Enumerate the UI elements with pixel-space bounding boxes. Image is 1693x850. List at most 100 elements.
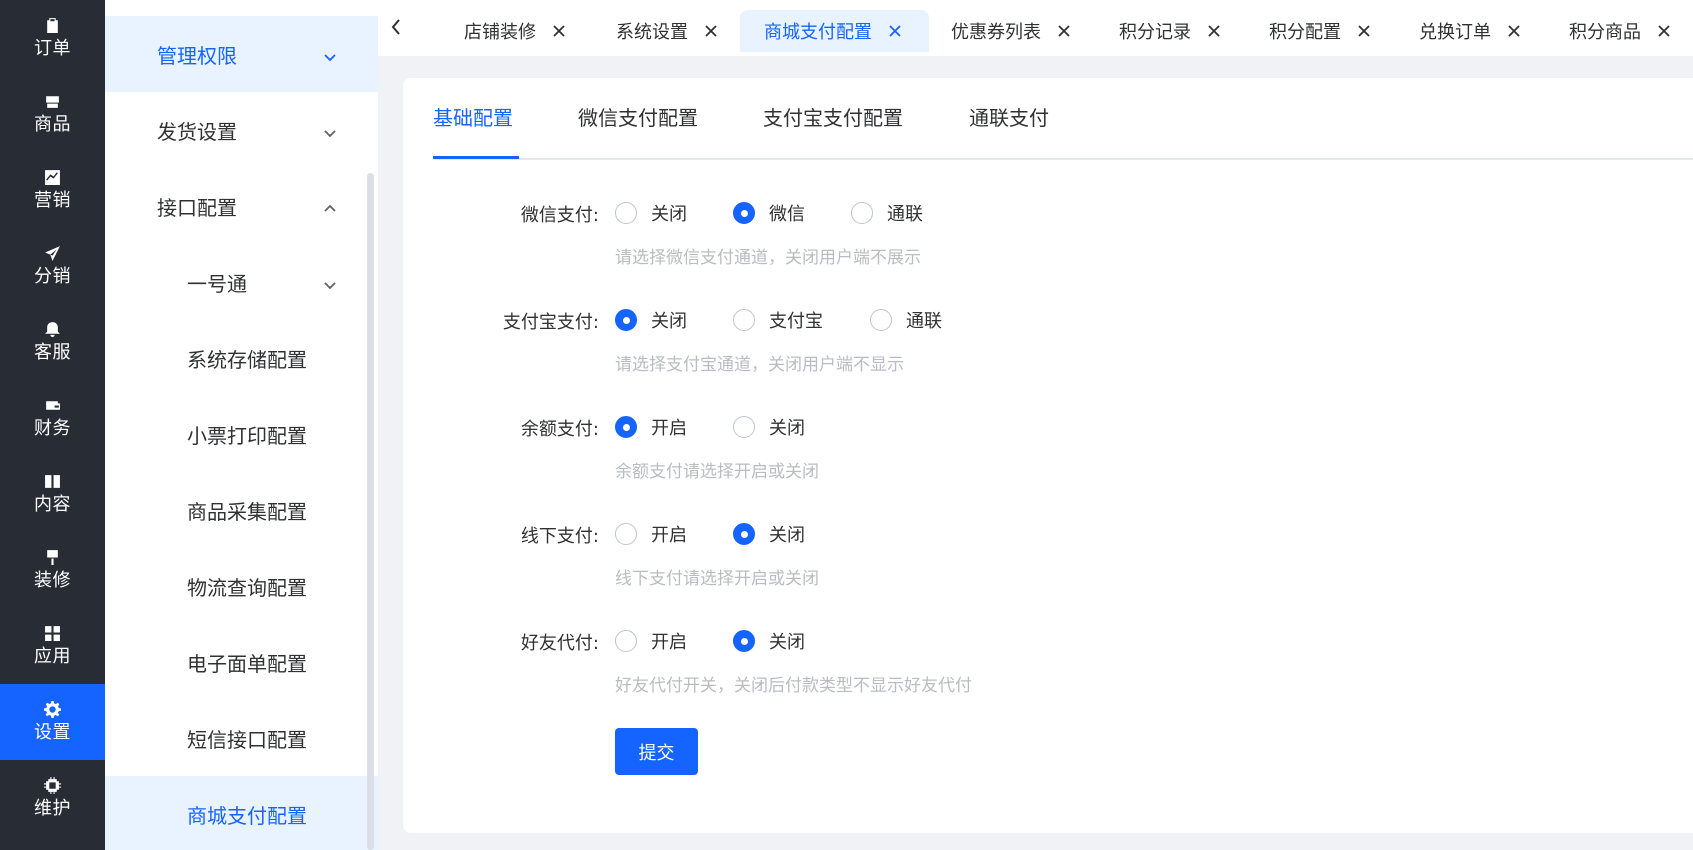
rail-item-content[interactable]: 内容 (0, 456, 105, 532)
submenu-item-api-config[interactable]: 接口配置 (105, 168, 378, 244)
rail-item-finance[interactable]: 财务 (0, 380, 105, 456)
radio-wechat-off[interactable]: 关闭 (615, 198, 687, 228)
submenu-item-logistics[interactable]: 物流查询配置 (105, 548, 378, 624)
close-icon[interactable] (1357, 24, 1371, 38)
submenu-item-permissions[interactable]: 管理权限 (105, 16, 378, 92)
radio-offline-off[interactable]: 关闭 (733, 519, 805, 549)
form-label: 线下支付: (520, 526, 599, 547)
submenu-item-mall-payment[interactable]: 商城支付配置 (105, 776, 378, 850)
submenu-item-label: 管理权限 (157, 43, 237, 68)
close-icon[interactable] (888, 24, 902, 38)
tab-system-settings[interactable]: 系统设置 (616, 10, 718, 52)
rail-item-products[interactable]: 商品 (0, 76, 105, 152)
payment-config-card: 基础配置 微信支付配置 支付宝支付配置 通联支付 微信支付: 关闭 微信 通联 … (403, 78, 1693, 833)
submit-button[interactable]: 提交 (615, 728, 698, 775)
tab-points-config[interactable]: 积分配置 (1269, 10, 1371, 52)
rail-item-label: 客服 (34, 342, 71, 363)
chevron-up-icon (322, 198, 338, 214)
submenu-item-storage[interactable]: 系统存储配置 (105, 320, 378, 396)
tab-label: 店铺装修 (464, 22, 536, 43)
radio-circle[interactable] (733, 630, 755, 652)
submenu-item-product-collect[interactable]: 商品采集配置 (105, 472, 378, 548)
rail-item-distribution[interactable]: 分销 (0, 228, 105, 304)
radio-circle[interactable] (615, 416, 637, 438)
radio-circle[interactable] (733, 202, 755, 224)
close-icon[interactable] (1207, 24, 1221, 38)
radio-alipay-alipay[interactable]: 支付宝 (733, 305, 823, 335)
radio-circle[interactable] (615, 523, 637, 545)
form-hint: 余额支付请选择开启或关闭 (615, 462, 819, 482)
close-icon[interactable] (552, 24, 566, 38)
rail-item-label: 财务 (34, 418, 71, 439)
close-icon[interactable] (704, 24, 718, 38)
content-tabs: 基础配置 微信支付配置 支付宝支付配置 通联支付 (433, 78, 1693, 160)
submenu-item-sms[interactable]: 短信接口配置 (105, 700, 378, 776)
form-label: 支付宝支付: (502, 312, 599, 333)
tab-label: 积分商品 (1569, 22, 1641, 43)
radio-offline-on[interactable]: 开启 (615, 519, 687, 549)
content-tab-alipay[interactable]: 支付宝支付配置 (763, 102, 903, 131)
radio-friend-off[interactable]: 关闭 (733, 626, 805, 656)
radio-wechat-allinpay[interactable]: 通联 (851, 198, 923, 228)
rail-item-label: 商品 (34, 114, 71, 135)
submenu-item-label: 短信接口配置 (187, 727, 307, 752)
rail-item-apps[interactable]: 应用 (0, 608, 105, 684)
radio-alipay-allinpay[interactable]: 通联 (870, 305, 942, 335)
radio-label: 通联 (906, 311, 942, 332)
radio-label: 开启 (651, 632, 687, 653)
close-icon[interactable] (1657, 24, 1671, 38)
submenu-scrollbar[interactable] (367, 173, 374, 850)
rail-item-maintenance[interactable]: 维护 (0, 760, 105, 836)
tab-points-products[interactable]: 积分商品 (1569, 10, 1671, 52)
submenu-item-yihaotong[interactable]: 一号通 (105, 244, 378, 320)
submenu-item-label: 商品采集配置 (187, 499, 307, 524)
form-row-alipay: 支付宝支付: 关闭 支付宝 通联 (403, 305, 1693, 335)
submenu-item-label: 商城支付配置 (187, 803, 307, 828)
radio-alipay-off[interactable]: 关闭 (615, 305, 687, 335)
content-tab-allinpay[interactable]: 通联支付 (969, 102, 1049, 131)
rail-item-settings[interactable]: 设置 (0, 684, 105, 760)
content-tab-basic[interactable]: 基础配置 (433, 102, 513, 131)
tab-points-records[interactable]: 积分记录 (1119, 10, 1221, 52)
submenu-item-shipping[interactable]: 发货设置 (105, 92, 378, 168)
tab-store-decoration[interactable]: 店铺装修 (464, 10, 566, 52)
radio-friend-on[interactable]: 开启 (615, 626, 687, 656)
submenu-item-receipt-print[interactable]: 小票打印配置 (105, 396, 378, 472)
rail-item-label: 装修 (34, 570, 71, 591)
form-hint: 请选择微信支付通道，关闭用户端不展示 (615, 248, 921, 268)
form-hint: 线下支付请选择开启或关闭 (615, 569, 819, 589)
radio-label: 关闭 (769, 525, 805, 546)
chevron-down-icon (322, 122, 338, 138)
submenu-item-label: 小票打印配置 (187, 423, 307, 448)
tab-coupon-list[interactable]: 优惠券列表 (951, 10, 1071, 52)
close-icon[interactable] (1057, 24, 1071, 38)
radio-balance-on[interactable]: 开启 (615, 412, 687, 442)
send-icon (44, 244, 62, 262)
radio-circle[interactable] (615, 630, 637, 652)
radio-circle[interactable] (851, 202, 873, 224)
rail-item-decoration[interactable]: 装修 (0, 532, 105, 608)
radio-circle[interactable] (615, 202, 637, 224)
tab-label: 积分配置 (1269, 22, 1341, 43)
rail-item-customer-service[interactable]: 客服 (0, 304, 105, 380)
close-icon[interactable] (1507, 24, 1521, 38)
tab-mall-payment[interactable]: 商城支付配置 (740, 10, 929, 52)
radio-wechat-wechat[interactable]: 微信 (733, 198, 805, 228)
radio-label: 开启 (651, 525, 687, 546)
radio-balance-off[interactable]: 关闭 (733, 412, 805, 442)
rail-item-marketing[interactable]: 营销 (0, 152, 105, 228)
rail-item-label: 营销 (34, 190, 71, 211)
form-row-friend-pay: 好友代付: 开启 关闭 (403, 626, 1693, 656)
submenu-item-e-waybill[interactable]: 电子面单配置 (105, 624, 378, 700)
radio-circle[interactable] (615, 309, 637, 331)
radio-circle[interactable] (733, 309, 755, 331)
rail-item-orders[interactable]: 订单 (0, 0, 105, 76)
tab-label: 兑换订单 (1419, 22, 1491, 43)
radio-circle[interactable] (733, 416, 755, 438)
rail-item-label: 应用 (34, 646, 71, 667)
radio-circle[interactable] (733, 523, 755, 545)
chevron-left-icon[interactable] (386, 16, 406, 38)
tab-exchange-orders[interactable]: 兑换订单 (1419, 10, 1521, 52)
content-tab-wechat-pay[interactable]: 微信支付配置 (578, 102, 698, 131)
radio-circle[interactable] (870, 309, 892, 331)
